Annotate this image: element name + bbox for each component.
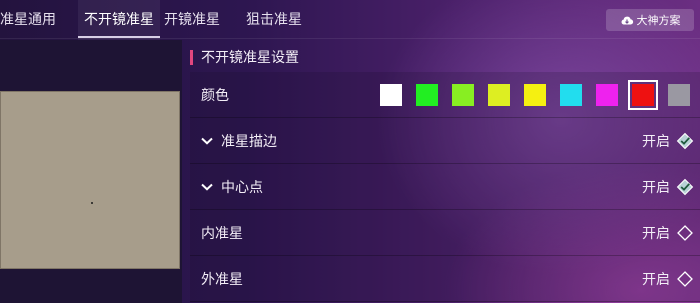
tab-crosshair-general[interactable]: 准星通用 <box>0 0 64 40</box>
checked-diamond-icon[interactable] <box>676 178 694 196</box>
expert-plan-button[interactable]: 大神方案 <box>606 9 694 31</box>
color-swatch-list <box>380 72 700 118</box>
color-swatch[interactable] <box>628 80 658 110</box>
unchecked-diamond-icon[interactable] <box>676 224 694 242</box>
chevron-down-icon[interactable] <box>201 137 213 145</box>
section-header: 不开镜准星设置 <box>190 46 299 68</box>
setting-label: 准星描边 <box>221 133 277 150</box>
crosshair-settings-panel: 不开镜准星设置 颜色 准星描边 开启 中心点 开启 内准星 开启 外准星 开启 <box>190 46 700 303</box>
setting-row-outline[interactable]: 准星描边 开启 <box>190 118 700 164</box>
tab-label: 狙击准星 <box>246 12 302 28</box>
color-row: 颜色 <box>190 72 700 118</box>
top-tab-bar: 准星通用 不开镜准星 开镜准星 狙击准星 大神方案 <box>0 0 700 40</box>
setting-value: 开启 <box>642 180 670 196</box>
tab-scope-crosshair[interactable]: 开镜准星 <box>164 0 234 40</box>
setting-label: 中心点 <box>221 179 263 196</box>
setting-row-center-dot[interactable]: 中心点 开启 <box>190 164 700 210</box>
setting-label: 外准星 <box>201 271 243 288</box>
color-swatch[interactable] <box>596 84 618 106</box>
chevron-down-icon[interactable] <box>201 183 213 191</box>
setting-row-outer-crosshair[interactable]: 外准星 开启 <box>190 256 700 302</box>
color-swatch[interactable] <box>452 84 474 106</box>
color-swatch[interactable] <box>560 84 582 106</box>
setting-value: 开启 <box>642 134 670 150</box>
crosshair-preview <box>0 91 180 269</box>
tab-divider <box>0 38 700 39</box>
unchecked-diamond-icon[interactable] <box>676 270 694 288</box>
setting-label: 内准星 <box>201 225 243 242</box>
crosshair-preview-panel <box>0 40 182 303</box>
color-swatch[interactable] <box>524 84 546 106</box>
tab-no-scope-crosshair[interactable]: 不开镜准星 <box>78 0 160 40</box>
checked-diamond-icon[interactable] <box>676 132 694 150</box>
color-swatch[interactable] <box>668 84 690 106</box>
section-title: 不开镜准星设置 <box>201 50 299 66</box>
expert-plan-label: 大神方案 <box>636 14 681 27</box>
cloud-download-icon <box>621 16 633 25</box>
color-label: 颜色 <box>201 87 229 104</box>
color-swatch[interactable] <box>380 84 402 106</box>
section-accent-bar <box>190 49 193 65</box>
crosshair-center-dot <box>91 202 93 204</box>
color-swatch[interactable] <box>416 84 438 106</box>
tab-sniper-crosshair[interactable]: 狙击准星 <box>246 0 316 40</box>
tab-label: 准星通用 <box>0 12 56 28</box>
tab-label: 开镜准星 <box>164 12 220 28</box>
setting-value: 开启 <box>642 226 670 242</box>
color-swatch[interactable] <box>488 84 510 106</box>
setting-row-inner-crosshair[interactable]: 内准星 开启 <box>190 210 700 256</box>
setting-value: 开启 <box>642 272 670 288</box>
tab-label: 不开镜准星 <box>84 12 154 28</box>
